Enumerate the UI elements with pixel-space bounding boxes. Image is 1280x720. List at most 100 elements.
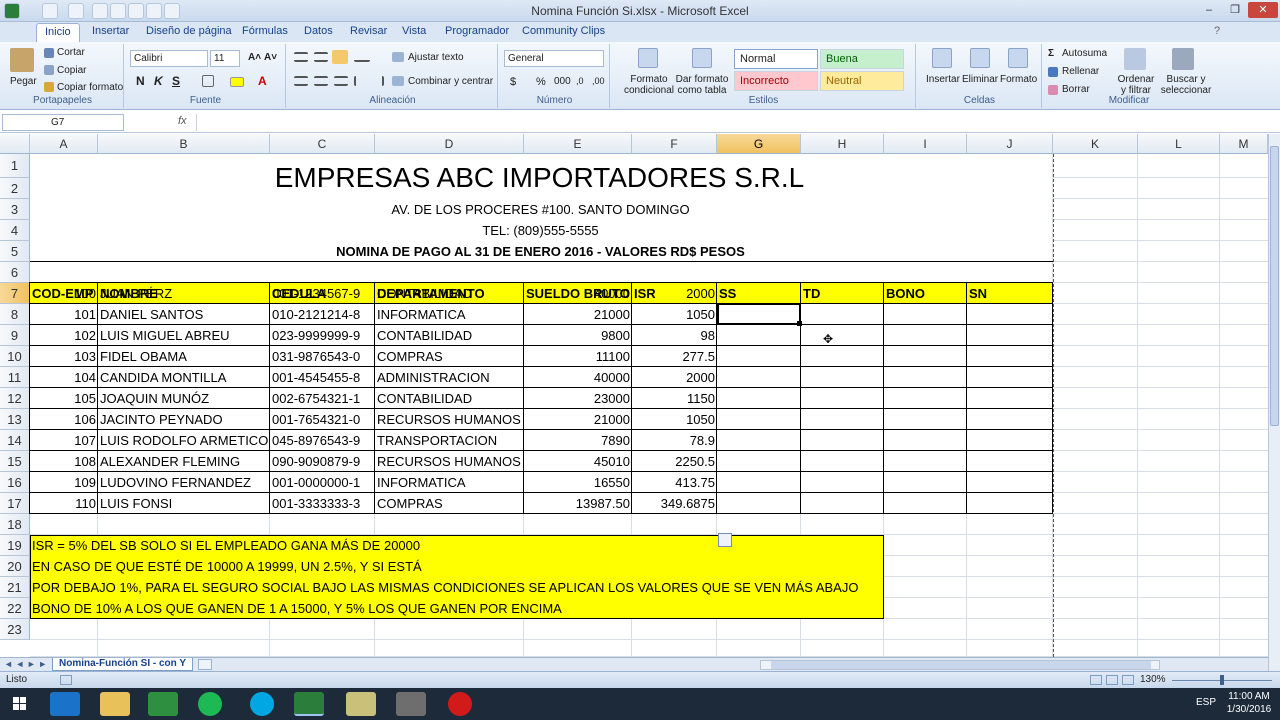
cell-a15[interactable]: 108 bbox=[30, 451, 98, 472]
cell-a12[interactable]: 105 bbox=[30, 388, 98, 409]
shrink-font-button[interactable]: A˅ bbox=[264, 52, 277, 63]
merge-center-button[interactable]: Combinar y centrar bbox=[408, 76, 493, 87]
cell-d15[interactable]: RECURSOS HUMANOS bbox=[375, 451, 523, 472]
cell-d10[interactable]: COMPRAS bbox=[375, 346, 445, 367]
percent-button[interactable]: % bbox=[536, 76, 546, 88]
page-layout-view-icon[interactable] bbox=[1106, 675, 1118, 685]
cell-f12[interactable]: 1150 bbox=[632, 388, 717, 409]
tab-community-clips[interactable]: Community Clips bbox=[522, 25, 605, 37]
header-sn[interactable]: SN bbox=[967, 283, 989, 304]
cell-b14[interactable]: LUIS RODOLFO ARMETICO bbox=[98, 430, 270, 451]
style-normal[interactable]: Normal bbox=[734, 49, 818, 69]
cell-c7[interactable]: 001-1234567-9 bbox=[270, 283, 362, 304]
column-header-i[interactable]: I bbox=[884, 134, 967, 154]
cell-d14[interactable]: TRANSPORTACION bbox=[375, 430, 499, 451]
row-header-21[interactable]: 21 bbox=[0, 577, 30, 598]
column-header-h[interactable]: H bbox=[801, 134, 884, 154]
cell-c9[interactable]: 023-9999999-9 bbox=[270, 325, 362, 346]
tab-programador[interactable]: Programador bbox=[445, 25, 509, 37]
company-address[interactable]: AV. DE LOS PROCERES #100. SANTO DOMINGO bbox=[98, 199, 983, 220]
header-bono[interactable]: BONO bbox=[884, 283, 927, 304]
select-all-corner[interactable] bbox=[0, 134, 30, 154]
store-icon[interactable] bbox=[148, 692, 178, 716]
autosum-button[interactable]: Autosuma bbox=[1062, 48, 1107, 59]
cell-d9[interactable]: CONTABILIDAD bbox=[375, 325, 474, 346]
cell-a9[interactable]: 102 bbox=[30, 325, 98, 346]
cell-e12[interactable]: 23000 bbox=[524, 388, 632, 409]
cell-f15[interactable]: 2250.5 bbox=[632, 451, 717, 472]
name-box[interactable]: G7 bbox=[2, 114, 124, 131]
skype-icon[interactable] bbox=[250, 692, 274, 716]
page-break-view-icon[interactable] bbox=[1122, 675, 1134, 685]
cell-c11[interactable]: 001-4545455-8 bbox=[270, 367, 362, 388]
sort-filter-button[interactable]: Ordenar y filtrar bbox=[1114, 74, 1158, 96]
sheet-nav-icon[interactable]: ◄ ◄ ► ► bbox=[4, 659, 47, 669]
column-header-k[interactable]: K bbox=[1053, 134, 1138, 154]
camtasia-icon[interactable] bbox=[396, 692, 426, 716]
cell-e8[interactable]: 21000 bbox=[524, 304, 632, 325]
cell-d12[interactable]: CONTABILIDAD bbox=[375, 388, 474, 409]
row-header-17[interactable]: 17 bbox=[0, 493, 30, 514]
opera-icon[interactable] bbox=[448, 692, 472, 716]
column-header-g[interactable]: G bbox=[717, 134, 801, 154]
cut-button[interactable]: Cortar bbox=[57, 47, 85, 58]
cell-c16[interactable]: 001-0000000-1 bbox=[270, 472, 362, 493]
font-size-select[interactable]: 11 bbox=[210, 50, 240, 67]
help-icon[interactable]: ? bbox=[1214, 25, 1220, 37]
column-header-f[interactable]: F bbox=[632, 134, 717, 154]
increase-indent-icon[interactable] bbox=[372, 76, 384, 86]
row-header-2[interactable]: 2 bbox=[0, 178, 30, 199]
vertical-scroll-thumb[interactable] bbox=[1270, 146, 1279, 426]
cell-c12[interactable]: 002-6754321-1 bbox=[270, 388, 362, 409]
cell-f17[interactable]: 349.6875 bbox=[632, 493, 717, 514]
bold-button[interactable]: N bbox=[136, 74, 145, 88]
cell-b12[interactable]: JOAQUIN MUNÓZ bbox=[98, 388, 211, 409]
row-header-11[interactable]: 11 bbox=[0, 367, 30, 388]
cell-b17[interactable]: LUIS FONSI bbox=[98, 493, 174, 514]
conditional-format-button[interactable]: Formato condicional bbox=[618, 74, 680, 96]
company-phone[interactable]: TEL: (809)555-5555 bbox=[98, 220, 983, 241]
column-header-l[interactable]: L bbox=[1138, 134, 1220, 154]
cell-c13[interactable]: 001-7654321-0 bbox=[270, 409, 362, 430]
cell-e9[interactable]: 9800 bbox=[524, 325, 632, 346]
cell-a14[interactable]: 107 bbox=[30, 430, 98, 451]
find-select-button[interactable]: Buscar y seleccionar bbox=[1160, 74, 1212, 96]
row-header-6[interactable]: 6 bbox=[0, 262, 30, 283]
borders-icon[interactable] bbox=[202, 75, 214, 87]
cell-e16[interactable]: 16550 bbox=[524, 472, 632, 493]
cell-d17[interactable]: COMPRAS bbox=[375, 493, 445, 514]
increase-decimal-button[interactable]: ,0 bbox=[576, 76, 584, 86]
format-painter-button[interactable]: Copiar formato bbox=[57, 82, 123, 93]
language-indicator[interactable]: ESP bbox=[1196, 697, 1216, 708]
tab-inicio[interactable]: Inicio bbox=[36, 23, 80, 42]
cell-a13[interactable]: 106 bbox=[30, 409, 98, 430]
row-header-18[interactable]: 18 bbox=[0, 514, 30, 535]
zoom-level[interactable]: 130% bbox=[1140, 674, 1166, 685]
row-header-3[interactable]: 3 bbox=[0, 199, 30, 220]
notes-app-icon[interactable] bbox=[346, 692, 376, 716]
cell-c15[interactable]: 090-9090879-9 bbox=[270, 451, 362, 472]
payroll-subtitle[interactable]: NOMINA DE PAGO AL 31 DE ENERO 2016 - VAL… bbox=[98, 241, 983, 262]
column-header-b[interactable]: B bbox=[98, 134, 270, 154]
taskbar-date[interactable]: 1/30/2016 bbox=[1224, 704, 1274, 715]
cell-b13[interactable]: JACINTO PEYNADO bbox=[98, 409, 225, 430]
formula-input[interactable] bbox=[196, 114, 1266, 131]
excel-taskbar-icon[interactable] bbox=[294, 692, 324, 716]
align-right-icon[interactable] bbox=[334, 76, 348, 86]
column-header-m[interactable]: M bbox=[1220, 134, 1268, 154]
row-header-4[interactable]: 4 bbox=[0, 220, 30, 241]
align-left-icon[interactable] bbox=[294, 76, 308, 86]
tab-diseno[interactable]: Diseño de página bbox=[146, 25, 232, 37]
cell-e17[interactable]: 13987.50 bbox=[524, 493, 632, 514]
header-ss[interactable]: SS bbox=[717, 283, 738, 304]
note-line-4[interactable]: BONO DE 10% A LOS QUE GANEN DE 1 A 15000… bbox=[30, 598, 564, 619]
horizontal-scrollbar[interactable] bbox=[760, 660, 1160, 670]
cell-d8[interactable]: INFORMATICA bbox=[375, 304, 468, 325]
cell-f16[interactable]: 413.75 bbox=[632, 472, 717, 493]
wrap-text-button[interactable]: Ajustar texto bbox=[408, 52, 464, 63]
cell-b16[interactable]: LUDOVINO FERNANDEZ bbox=[98, 472, 253, 493]
font-name-select[interactable]: Calibri bbox=[130, 50, 208, 67]
row-header-19[interactable]: 19 bbox=[0, 535, 30, 556]
column-header-c[interactable]: C bbox=[270, 134, 375, 154]
horizontal-scroll-thumb[interactable] bbox=[771, 661, 1151, 669]
